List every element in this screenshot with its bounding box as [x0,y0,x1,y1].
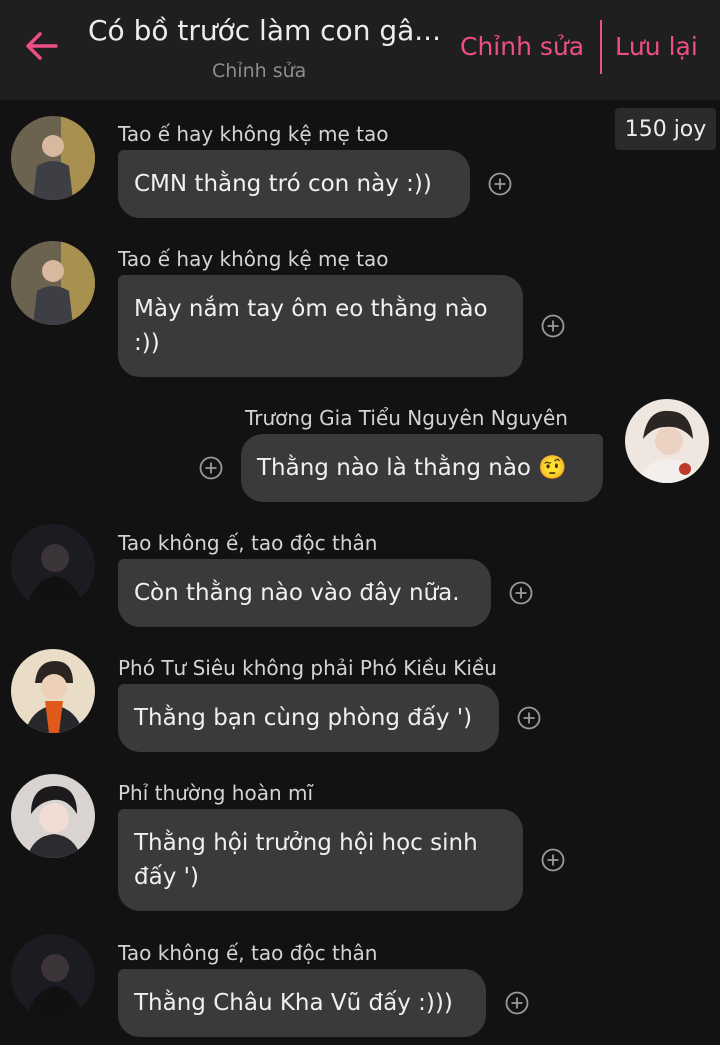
avatar[interactable] [11,116,95,200]
add-reaction-icon[interactable] [509,581,533,605]
add-reaction-icon[interactable] [505,991,529,1015]
avatar[interactable] [11,649,95,733]
avatar[interactable] [11,774,95,858]
avatar[interactable] [11,524,95,608]
sender-name: Tao ế hay không kệ mẹ tao [118,247,389,271]
sender-name: Tao ế hay không kệ mẹ tao [118,122,389,146]
joy-badge: 150 joy [615,108,716,150]
edit-button[interactable]: Chỉnh sửa [460,32,584,61]
save-button[interactable]: Lưu lại [615,32,698,61]
avatar[interactable] [625,399,709,483]
chat-subtitle: Chỉnh sửa [212,60,307,82]
add-reaction-icon[interactable] [199,456,223,480]
sender-name: Tao không ế, tao độc thân [118,941,378,965]
message-bubble[interactable]: Thằng bạn cùng phòng đấy ') [118,684,499,752]
chat-title: Có bồ trước làm con gâ... [88,14,441,47]
message-text: Thằng nào là thằng nào 🤨 [257,455,567,481]
add-reaction-icon[interactable] [517,706,541,730]
message-bubble[interactable]: Mày nắm tay ôm eo thằng nào :)) [118,275,523,377]
add-reaction-icon[interactable] [541,848,565,872]
back-arrow-icon[interactable] [24,28,60,64]
message-bubble[interactable]: Thằng nào là thằng nào 🤨 [241,434,603,502]
message-text: CMN thằng tró con này :)) [134,171,432,197]
message-bubble[interactable]: CMN thằng tró con này :)) [118,150,470,218]
add-reaction-icon[interactable] [488,172,512,196]
header-divider [600,20,602,74]
message-bubble[interactable]: Còn thằng nào vào đây nữa. [118,559,491,627]
avatar[interactable] [11,934,95,1018]
sender-name: Phỉ thường hoàn mĩ [118,781,314,805]
message-bubble[interactable]: Thằng Châu Kha Vũ đấy :))) [118,969,486,1037]
message-text: Mày nắm tay ôm eo thằng nào :)) [134,296,488,356]
sender-name: Tao không ế, tao độc thân [118,531,378,555]
sender-name: Trương Gia Tiểu Nguyên Nguyên [245,406,568,430]
message-bubble[interactable]: Thằng hội trưởng hội học sinh đấy ') [118,809,523,911]
avatar[interactable] [11,241,95,325]
sender-name: Phó Tư Siêu không phải Phó Kiều Kiều [118,656,497,680]
top-bar: Có bồ trước làm con gâ... Chỉnh sửa Chỉn… [0,0,720,100]
message-text: Thằng bạn cùng phòng đấy ') [134,705,473,731]
message-text: Thằng hội trưởng hội học sinh đấy ') [134,830,478,890]
message-text: Còn thằng nào vào đây nữa. [134,580,460,606]
message-text: Thằng Châu Kha Vũ đấy :))) [134,990,453,1016]
add-reaction-icon[interactable] [541,314,565,338]
